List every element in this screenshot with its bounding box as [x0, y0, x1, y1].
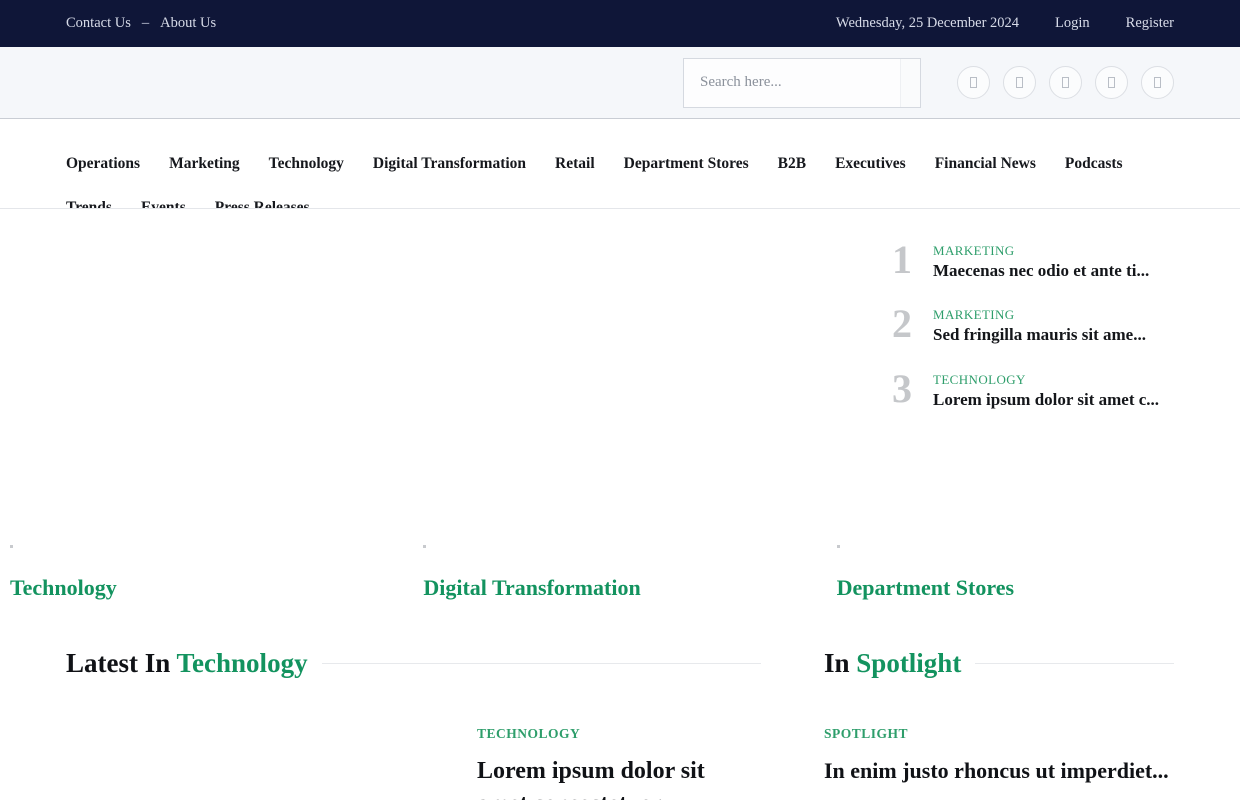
top-bar: Contact Us – About Us Wednesday, 25 Dece…	[0, 0, 1240, 47]
category-strip: Technology Digital Transformation Depart…	[0, 545, 1240, 601]
nav-item-trends[interactable]: Trends	[66, 190, 112, 208]
trending-item[interactable]: 3 TECHNOLOGY Lorem ipsum dolor sit amet …	[892, 365, 1174, 411]
trending-rank: 3	[892, 365, 912, 411]
nav-list: Operations Marketing Technology Digital …	[66, 119, 1174, 208]
trending-title[interactable]: Lorem ipsum dolor sit amet c...	[933, 390, 1174, 410]
trending-category[interactable]: TECHNOLOGY	[933, 372, 1174, 388]
missing-glyph-icon	[970, 77, 977, 88]
nav-item-press-releases[interactable]: Press Releases	[215, 190, 310, 208]
trending-title[interactable]: Maecenas nec odio et ante ti...	[933, 261, 1174, 281]
social-icon-4[interactable]	[1095, 66, 1128, 99]
article-category[interactable]: TECHNOLOGY	[477, 726, 761, 742]
nav-item-retail[interactable]: Retail	[555, 146, 595, 181]
nav-item-b2b[interactable]: B2B	[778, 146, 806, 181]
trending-rank: 1	[892, 237, 912, 282]
trending-category[interactable]: MARKETING	[933, 243, 1174, 259]
trending-rank: 2	[892, 301, 912, 347]
hero-section: 1 MARKETING Maecenas nec odio et ante ti…	[0, 237, 1240, 523]
spotlight-section-title: In Spotlight	[824, 648, 961, 679]
spotlight-section: In Spotlight SPOTLIGHT In enim justo rho…	[801, 648, 1174, 800]
nav-item-department-stores[interactable]: Department Stores	[624, 146, 749, 181]
latest-in-section: Latest In Technology TECHNOLOGY Lorem ip…	[66, 648, 801, 800]
nav-item-podcasts[interactable]: Podcasts	[1065, 146, 1123, 181]
missing-glyph-icon	[1016, 77, 1023, 88]
contact-us-link[interactable]: Contact Us	[66, 15, 131, 32]
missing-glyph-icon	[1108, 77, 1115, 88]
dot-icon	[836, 545, 840, 548]
latest-section-title: Latest In Technology	[66, 648, 308, 679]
spotlight-title-prefix: In	[824, 648, 850, 678]
current-date: Wednesday, 25 December 2024	[835, 15, 1020, 31]
category-card-digital-transformation[interactable]: Digital Transformation	[0, 545, 827, 601]
category-card-department-stores[interactable]: Department Stores	[827, 545, 1240, 601]
spotlight-section-header: In Spotlight	[824, 648, 1174, 679]
section-divider	[975, 663, 1174, 664]
social-links	[957, 66, 1174, 99]
lower-sections: Latest In Technology TECHNOLOGY Lorem ip…	[0, 648, 1240, 800]
trending-category[interactable]: MARKETING	[933, 307, 1174, 323]
login-link[interactable]: Login	[1055, 15, 1090, 32]
dot-icon	[423, 545, 427, 548]
spotlight-title-highlight: Spotlight	[856, 648, 962, 678]
social-icon-2[interactable]	[1003, 66, 1036, 99]
social-icon-1[interactable]	[957, 66, 990, 99]
site-header	[0, 47, 1240, 119]
nav-item-financial-news[interactable]: Financial News	[935, 146, 1036, 181]
nav-item-marketing[interactable]: Marketing	[169, 146, 240, 181]
register-link[interactable]: Register	[1126, 15, 1174, 32]
trending-item[interactable]: 1 MARKETING Maecenas nec odio et ante ti…	[892, 237, 1174, 282]
section-divider	[321, 663, 761, 664]
missing-glyph-icon	[1154, 77, 1161, 88]
search-input[interactable]	[684, 58, 900, 107]
missing-glyph-icon	[1062, 77, 1069, 88]
category-label[interactable]: Digital Transformation	[423, 575, 826, 601]
nav-item-technology[interactable]: Technology	[269, 146, 344, 181]
search-box	[683, 57, 921, 108]
article-title[interactable]: In enim justo rhoncus ut imperdiet...	[824, 756, 1174, 786]
nav-item-executives[interactable]: Executives	[835, 146, 906, 181]
social-icon-3[interactable]	[1049, 66, 1082, 99]
trending-title[interactable]: Sed fringilla mauris sit ame...	[933, 325, 1174, 345]
trending-item[interactable]: 2 MARKETING Sed fringilla mauris sit ame…	[892, 301, 1174, 347]
search-icon[interactable]	[900, 58, 920, 107]
nav-item-events[interactable]: Events	[141, 190, 186, 208]
latest-title-highlight: Technology	[176, 648, 308, 678]
article-title[interactable]: Lorem ipsum dolor sit amet consectetuer …	[477, 755, 761, 800]
latest-title-prefix: Latest In	[66, 648, 171, 678]
main-navigation: Operations Marketing Technology Digital …	[0, 119, 1240, 209]
social-icon-5[interactable]	[1141, 66, 1174, 99]
nav-item-digital-transformation[interactable]: Digital Transformation	[373, 146, 526, 181]
top-bar-left-links: Contact Us – About Us	[66, 15, 216, 32]
latest-article[interactable]: TECHNOLOGY Lorem ipsum dolor sit amet co…	[66, 726, 761, 800]
trending-list: 1 MARKETING Maecenas nec odio et ante ti…	[874, 237, 1174, 523]
top-bar-right: Wednesday, 25 December 2024 Login Regist…	[836, 15, 1174, 32]
topbar-separator: –	[141, 15, 150, 31]
about-us-link[interactable]: About Us	[160, 15, 216, 32]
article-thumbnail	[66, 726, 451, 800]
featured-article-area[interactable]	[66, 241, 874, 523]
article-category[interactable]: SPOTLIGHT	[824, 726, 1174, 742]
latest-section-header: Latest In Technology	[66, 648, 761, 679]
category-label[interactable]: Department Stores	[837, 575, 1240, 601]
spotlight-article[interactable]: SPOTLIGHT In enim justo rhoncus ut imper…	[824, 726, 1174, 786]
nav-item-operations[interactable]: Operations	[66, 146, 140, 181]
